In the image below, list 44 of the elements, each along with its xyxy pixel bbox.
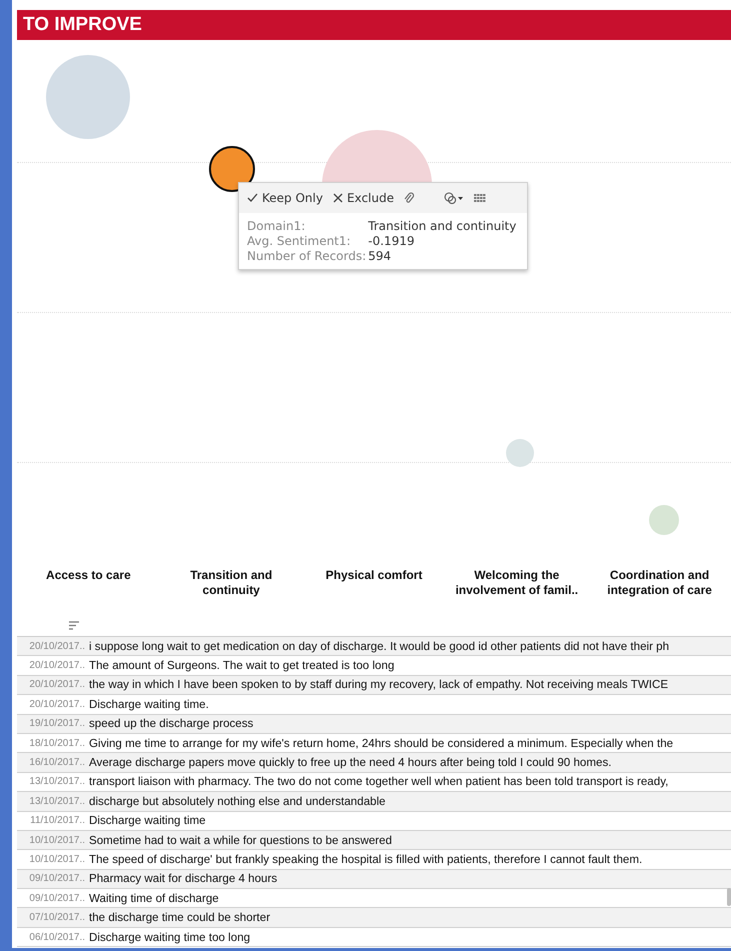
category-label: Welcoming the involvement of famil.. bbox=[454, 568, 580, 598]
date-cell-text: 07/10/2017.. bbox=[28, 912, 86, 924]
field-label: Avg. Sentiment1: bbox=[247, 234, 352, 248]
category-label: Transition and continuity bbox=[189, 568, 274, 598]
date-cell-text: 20/10/2017.. bbox=[28, 660, 86, 672]
comment-cell: i suppose long wait to get medication on day of discharge. It would be good id other patients did not have their ph bbox=[89, 640, 670, 653]
date-cell-text: 13/10/2017.. bbox=[28, 796, 86, 807]
comment-cell: Pharmacy wait for discharge 4 hours bbox=[89, 872, 278, 886]
comment-cell: Sometime had to wait a while for questions to be answered bbox=[89, 834, 392, 847]
date-cell-text: 06/10/2017.. bbox=[28, 932, 86, 943]
date-cell-text: 20/10/2017.. bbox=[28, 698, 86, 710]
date-cell-text: 11/10/2017.. bbox=[29, 815, 86, 826]
comment-cell: The amount of Surgeons. The wait to get treated is too long bbox=[89, 659, 394, 672]
comment-cell: Waiting time of discharge bbox=[89, 892, 219, 905]
comment-cell: The speed of discharge' but frankly speaking the hospital is filled with patients, therefore I cannot fault them. bbox=[89, 852, 642, 866]
comment-cell: Discharge waiting time too long bbox=[89, 930, 250, 944]
comment-cell: discharge but absolutely nothing else and understandable bbox=[89, 794, 386, 808]
date-cell-text: 10/10/2017.. bbox=[28, 834, 86, 846]
date-cell-text: 20/10/2017.. bbox=[28, 679, 86, 690]
category-label: Access to care bbox=[45, 568, 132, 583]
date-cell-text: 20/10/2017.. bbox=[28, 640, 86, 652]
comment-cell: the way in which I have been spoken to by staff during my recovery, lack of empathy. Not receiving meals TWICE bbox=[89, 678, 668, 692]
date-cell-text: 13/10/2017.. bbox=[28, 776, 86, 788]
field-value: Transition and continuity bbox=[368, 219, 518, 233]
comment-cell: the discharge time could be shorter bbox=[89, 911, 270, 924]
header-title: TO IMPROVE bbox=[23, 14, 142, 36]
comment-cell: transport liaison with pharmacy. The two do not come together well when patient has been told transport is ready, bbox=[89, 775, 668, 788]
date-cell-text: 18/10/2017.. bbox=[28, 738, 86, 749]
field-label: Domain1: bbox=[247, 219, 306, 233]
comment-cell: speed up the discharge process bbox=[89, 717, 254, 730]
category-label: Physical comfort bbox=[324, 568, 424, 583]
date-cell-text: 19/10/2017.. bbox=[28, 718, 86, 730]
comment-cell: Discharge waiting time bbox=[89, 814, 206, 828]
date-cell-text: 10/10/2017.. bbox=[28, 854, 86, 865]
field-value: -0.1919 bbox=[368, 234, 416, 248]
field-label: Number of Records: bbox=[247, 249, 366, 263]
comment-cell: Average discharge papers move quickly to free up the need 4 hours after being told I could 90 homes. bbox=[89, 756, 612, 770]
date-cell-text: 09/10/2017.. bbox=[28, 892, 86, 904]
field-value: 594 bbox=[368, 249, 392, 263]
comment-cell: Discharge waiting time. bbox=[89, 698, 209, 711]
date-cell-text: 16/10/2017.. bbox=[28, 757, 86, 768]
date-cell-text: 09/10/2017.. bbox=[28, 873, 86, 884]
category-label: Coordination and integration of care bbox=[606, 568, 713, 598]
comment-cell: Giving me time to arrange for my wife's return home, 24hrs should be considered a minimum. Especially when the bbox=[89, 736, 674, 750]
